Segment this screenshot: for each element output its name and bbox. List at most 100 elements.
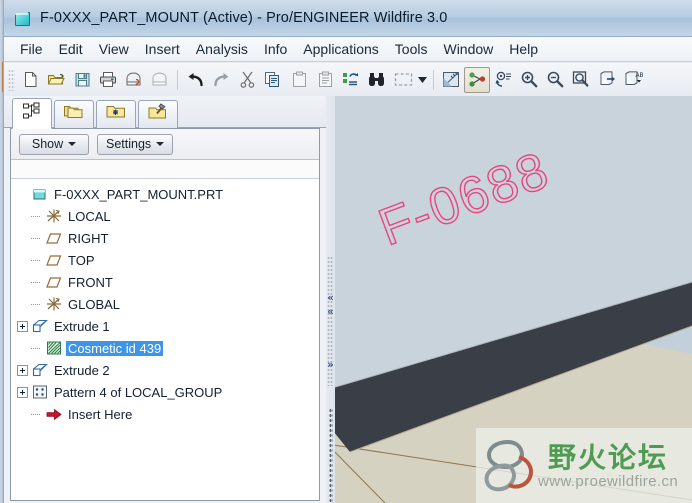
model-tree-scroll[interactable]: F-0XXX_PART_MOUNT.PRT LOCAL RIGHT TOP FRONT G… [11, 160, 319, 500]
model-tree-panel: Show Settings F-0XXX_PART_MOUNT.PRT LOCAL… [10, 128, 320, 501]
csys-icon [45, 297, 62, 312]
menu-item-applications[interactable]: Applications [295, 39, 387, 59]
menu-item-view[interactable]: View [91, 39, 137, 59]
repaint-icon[interactable] [438, 67, 464, 93]
cut-icon[interactable] [234, 67, 260, 93]
tree-expander-icon[interactable] [17, 364, 28, 376]
annotation-icon[interactable]: AB [620, 67, 646, 93]
panel-button-row: Show Settings [11, 129, 319, 160]
paste-icon[interactable] [286, 67, 312, 93]
splitter-grip-lower[interactable] [329, 408, 333, 503]
splitter-collapse-left-icon-2[interactable]: « [326, 305, 335, 318]
undo-icon[interactable] [182, 67, 208, 93]
print-icon[interactable] [95, 67, 121, 93]
tree-connector [31, 343, 42, 354]
menu-item-window[interactable]: Window [435, 39, 501, 59]
mail-print-icon[interactable] [147, 67, 173, 93]
panel-tab-strip [4, 96, 326, 129]
find-binoculars-icon[interactable] [364, 67, 390, 93]
tree-item[interactable]: TOP [11, 249, 319, 271]
pattern-icon [31, 385, 48, 400]
datum-plane-icon [45, 231, 62, 246]
menu-bar: File Edit View Insert Analysis Info Applicatio… [4, 37, 692, 62]
tab-model-tree[interactable] [12, 98, 52, 129]
menu-item-info[interactable]: Info [256, 39, 295, 59]
tab-tools-folder[interactable] [138, 100, 178, 128]
paste-special-icon[interactable] [312, 67, 338, 93]
splitter-collapse-left-icon[interactable]: « [326, 291, 335, 304]
regenerate-icon[interactable] [338, 67, 364, 93]
tree-connector [31, 211, 42, 222]
tree-connector [31, 233, 42, 244]
tree-item[interactable]: LOCAL [11, 205, 319, 227]
tree-item[interactable]: Insert Here [11, 403, 319, 425]
copy-icon[interactable] [260, 67, 286, 93]
tree-item-label: Pattern 4 of LOCAL_GROUP [54, 384, 223, 400]
layer-icon[interactable] [594, 67, 620, 93]
splitter-expand-right-icon[interactable]: » [326, 358, 335, 371]
mail-attach-icon[interactable] [121, 67, 147, 93]
tree-item[interactable]: Extrude 2 [11, 359, 319, 381]
menu-item-help[interactable]: Help [501, 39, 546, 59]
tree-item[interactable]: Cosmetic id 439 [11, 337, 319, 359]
menu-item-file[interactable]: File [12, 39, 51, 59]
refit-icon[interactable] [568, 67, 594, 93]
tree-item[interactable]: F-0XXX_PART_MOUNT.PRT [11, 183, 319, 205]
show-button[interactable]: Show [19, 133, 89, 155]
watermark: 野火论坛 www.proewildfire.cn [476, 428, 692, 503]
tree-connector [31, 277, 42, 288]
tree-expander-icon[interactable] [17, 320, 28, 332]
datum-plane-icon [45, 253, 62, 268]
extrude-icon [31, 319, 48, 334]
cube-icon [14, 10, 32, 26]
model-tree-icon [22, 102, 42, 125]
tree-connector [31, 299, 42, 310]
new-file-icon[interactable] [17, 67, 43, 93]
open-folder-icon[interactable] [43, 67, 69, 93]
datum-display-icon[interactable] [464, 66, 490, 93]
redo-icon[interactable] [208, 67, 234, 93]
settings-button-label: Settings [106, 137, 152, 151]
part-cube-icon [31, 187, 48, 202]
menu-item-insert[interactable]: Insert [137, 39, 188, 59]
zoom-in-icon[interactable] [516, 67, 542, 93]
model-tree: F-0XXX_PART_MOUNT.PRT LOCAL RIGHT TOP FRONT G… [11, 179, 319, 500]
tree-item-label: Extrude 2 [54, 362, 110, 378]
spin-center-icon[interactable] [490, 67, 516, 93]
panel-splitter[interactable]: « « » [326, 96, 335, 503]
model-tree-header [11, 160, 319, 179]
tree-expander-icon[interactable] [17, 386, 28, 398]
insert-arrow-icon [45, 407, 62, 422]
toolbar-grip[interactable] [8, 68, 15, 91]
tree-item-label: LOCAL [68, 208, 111, 224]
menu-item-edit[interactable]: Edit [51, 39, 91, 59]
tab-folder-browser[interactable] [54, 100, 94, 128]
graphics-area[interactable]: F-0688 野火论坛 www.proewildfire.cn [335, 96, 692, 503]
tree-item-label: RIGHT [68, 230, 109, 246]
tree-item[interactable]: RIGHT [11, 227, 319, 249]
zoom-out-icon[interactable] [542, 67, 568, 93]
folders-icon [63, 103, 85, 126]
select-box-icon[interactable] [390, 67, 416, 93]
settings-button[interactable]: Settings [97, 133, 174, 155]
tree-connector [31, 409, 42, 420]
tree-item[interactable]: Extrude 1 [11, 315, 319, 337]
menu-item-analysis[interactable]: Analysis [188, 39, 256, 59]
tab-favorites[interactable] [96, 100, 136, 128]
toolbar-separator-2 [433, 69, 434, 90]
chevron-down-icon [68, 142, 77, 146]
tree-item-label: FRONT [68, 274, 113, 290]
favorites-folder-icon [105, 103, 127, 126]
save-icon[interactable] [69, 67, 95, 93]
tree-item-label: TOP [68, 252, 95, 268]
tree-item-label: Insert Here [68, 406, 133, 422]
chevron-down-icon[interactable] [416, 67, 429, 93]
tree-item[interactable]: FRONT [11, 271, 319, 293]
svg-text:AB: AB [635, 73, 643, 79]
menu-item-tools[interactable]: Tools [387, 39, 436, 59]
tree-item-label: GLOBAL [68, 296, 121, 312]
hammer-folder-icon [147, 103, 169, 126]
tree-item-label: Cosmetic id 439 [66, 340, 164, 356]
tree-item[interactable]: GLOBAL [11, 293, 319, 315]
tree-item[interactable]: Pattern 4 of LOCAL_GROUP [11, 381, 319, 403]
